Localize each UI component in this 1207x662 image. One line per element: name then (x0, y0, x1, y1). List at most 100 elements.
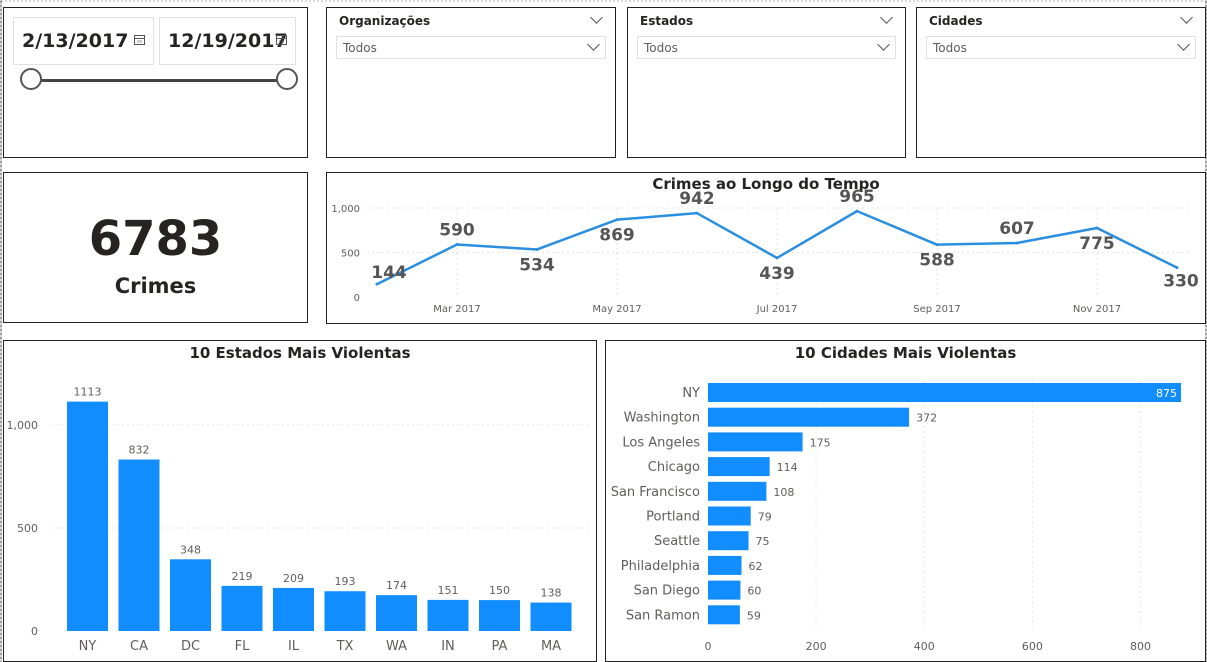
y-tick-label: Philadelphia (621, 559, 700, 574)
data-point (935, 243, 939, 247)
bar (427, 599, 469, 631)
page-edge-left (0, 0, 2, 662)
range-start-handle[interactable] (20, 68, 42, 90)
page-edge-top (0, 0, 1207, 2)
data-label: 144 (371, 263, 407, 283)
bar (324, 591, 366, 631)
y-tick-label: Seattle (654, 534, 700, 549)
data-label: 108 (773, 486, 794, 499)
bar (170, 559, 211, 631)
data-label: 151 (438, 584, 459, 597)
end-date-input[interactable]: 12/19/2017 (159, 17, 296, 65)
chevron-down-icon[interactable] (1180, 11, 1193, 24)
kpi-value: 6783 (88, 211, 223, 267)
y-tick-label: 0 (31, 625, 38, 638)
y-tick-label: Washington (624, 411, 700, 426)
data-label: 439 (759, 264, 795, 284)
data-point (1175, 266, 1179, 270)
data-label: 75 (756, 535, 770, 548)
data-label: 62 (749, 560, 763, 573)
slicer-title: Estados (640, 14, 694, 28)
data-point (615, 218, 619, 222)
x-tick-label: IL (288, 639, 300, 654)
bar (708, 383, 1181, 402)
x-tick-label: DC (181, 639, 200, 654)
bar (708, 407, 910, 427)
slicer-organizacoes[interactable]: Organizações Todos (326, 7, 616, 158)
bar (376, 595, 417, 631)
data-label: 348 (180, 543, 201, 556)
bar (708, 506, 751, 526)
data-label: 59 (747, 609, 761, 622)
data-label: 588 (919, 251, 955, 271)
range-end-handle[interactable] (276, 68, 298, 90)
organizacoes-dropdown[interactable]: Todos (336, 36, 606, 59)
slicer-title: Organizações (339, 14, 431, 28)
x-tick-label: 800 (1130, 640, 1151, 653)
y-tick-label: 1,000 (7, 419, 39, 432)
chevron-down-icon[interactable] (880, 11, 893, 24)
data-label: 79 (758, 511, 772, 524)
slicer-cidades[interactable]: Cidades Todos (916, 7, 1206, 158)
data-point (775, 256, 779, 260)
data-point (695, 211, 699, 215)
bar (67, 401, 108, 631)
x-tick-label: 0 (705, 640, 712, 653)
kpi-label: Crimes (114, 274, 197, 298)
states-bar-panel: 10 Estados Mais Violentas 0 500 1,000 1113 N… (3, 340, 597, 662)
data-label: 138 (541, 587, 562, 600)
x-tick-label: 600 (1022, 640, 1043, 653)
data-label: 775 (1079, 234, 1115, 254)
data-point (1095, 226, 1099, 230)
calendar-icon[interactable] (134, 35, 145, 45)
cidades-dropdown[interactable]: Todos (926, 36, 1196, 59)
date-range-slicer[interactable]: 2/13/2017 12/19/2017 (3, 7, 308, 158)
start-date-input[interactable]: 2/13/2017 (13, 17, 154, 65)
date-range-track[interactable] (34, 79, 291, 82)
chevron-down-icon[interactable] (877, 38, 890, 51)
x-tick-label: Sep 2017 (913, 304, 960, 315)
data-label: 330 (1163, 272, 1199, 292)
x-tick-label: CA (130, 639, 148, 654)
data-label: 60 (747, 585, 761, 598)
data-label: 607 (999, 219, 1035, 239)
data-point (535, 247, 539, 251)
data-label: 590 (439, 220, 475, 240)
bar (479, 600, 520, 631)
chevron-down-icon[interactable] (590, 11, 603, 24)
x-tick-label: NY (79, 639, 97, 654)
x-tick-label: FL (235, 639, 250, 654)
line-chart-panel: Crimes ao Longo do Tempo 0 500 1,000 Mar 20… (326, 172, 1206, 324)
start-date-value: 2/13/2017 (22, 30, 129, 52)
bar (708, 605, 740, 625)
chevron-down-icon[interactable] (587, 38, 600, 51)
cities-bar-panel: 10 Cidades Mais Violentas 0 200 400 600 800 N… (605, 340, 1206, 662)
data-label: 832 (129, 444, 150, 457)
data-label: 1113 (74, 386, 102, 399)
x-tick-label: PA (492, 639, 508, 654)
x-tick-label: Mar 2017 (433, 304, 481, 315)
y-tick-label: 500 (17, 522, 38, 535)
estados-dropdown[interactable]: Todos (637, 36, 896, 59)
data-label: 219 (232, 570, 253, 583)
y-tick-label: 1,000 (331, 204, 360, 215)
states-bar-chart: 0 500 1,000 1113 NY 832 CA 348 DC 219 FL 209 IL 193 TX… (7, 386, 589, 654)
slicer-estados[interactable]: Estados Todos (627, 7, 906, 158)
dropdown-value: Todos (933, 41, 967, 55)
dropdown-value: Todos (644, 41, 678, 55)
bar (221, 585, 263, 631)
x-tick-label: TX (336, 639, 354, 654)
bar (708, 481, 767, 501)
calendar-icon[interactable] (276, 35, 287, 45)
y-tick-label: San Francisco (611, 485, 700, 500)
bar (708, 580, 741, 600)
line-chart: 0 500 1,000 Mar 2017 May 2017 Jul 2017 Sep 201… (331, 187, 1199, 315)
chevron-down-icon[interactable] (1177, 38, 1190, 51)
cities-bar-chart: 0 200 400 600 800 NY 875 Washington 372 Los Angel… (611, 381, 1181, 653)
x-tick-label: May 2017 (592, 304, 641, 315)
data-label: 942 (679, 189, 715, 209)
data-label: 175 (810, 436, 831, 449)
data-point (455, 242, 459, 246)
bar (708, 432, 803, 452)
bar (530, 602, 572, 631)
